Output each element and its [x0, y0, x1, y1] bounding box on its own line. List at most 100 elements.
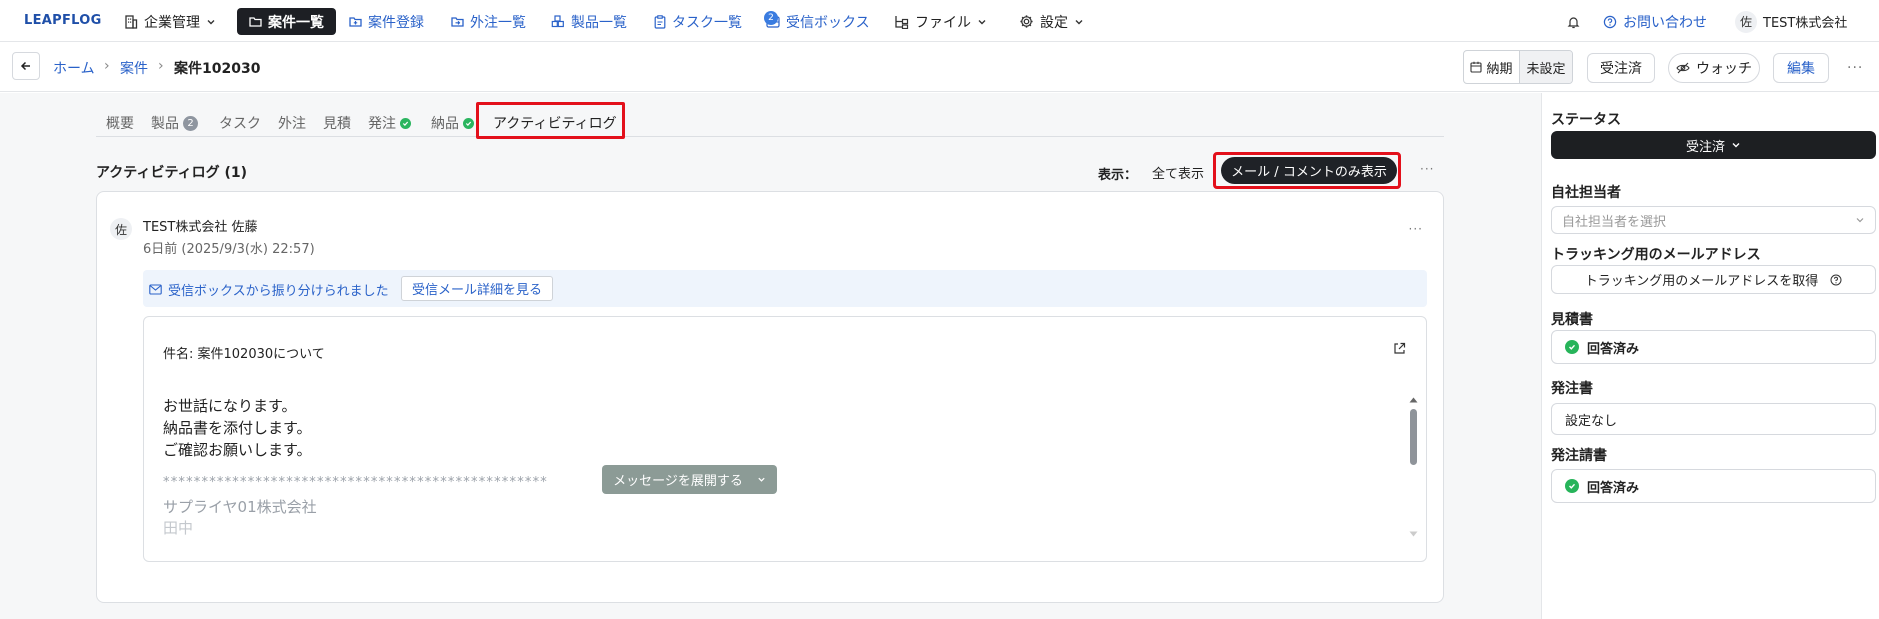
- arrow-left-icon: [20, 61, 30, 71]
- due-date-label: 納期: [1486, 61, 1513, 77]
- order-confirmation-label: 発注請書: [1551, 448, 1607, 464]
- bell-icon: [1567, 16, 1580, 28]
- chevron-down-icon: [1732, 143, 1740, 148]
- email-subject: 件名: 案件102030について: [163, 347, 325, 362]
- get-tracking-email-button[interactable]: トラッキング用のメールアドレスを取得: [1551, 265, 1876, 294]
- inbox-badge: 2: [764, 11, 778, 25]
- notice-text: 受信ボックスから振り分けられました: [149, 280, 389, 299]
- nav-project-register[interactable]: 案件登録: [349, 8, 424, 35]
- tab-products-count: 2: [183, 115, 198, 131]
- nav-projects-list-label: 案件一覧: [268, 14, 324, 31]
- chat-help-icon: [1603, 15, 1617, 28]
- building-icon: [125, 14, 138, 29]
- nav-contact-label: お問い合わせ: [1623, 14, 1707, 31]
- nav-outsourcing-list-label: 外注一覧: [470, 14, 526, 31]
- app-logo[interactable]: LEAPFLOG: [24, 13, 102, 28]
- nav-products-list[interactable]: 製品一覧: [551, 8, 627, 35]
- activity-entry-card: 佐 TEST株式会社 佐藤 6日前 (2025/9/3(水) 22:57) ··…: [96, 191, 1444, 603]
- purchase-order-status[interactable]: 設定なし: [1551, 403, 1876, 435]
- purchase-order-value: 設定なし: [1565, 413, 1618, 429]
- email-body-line: 田中: [163, 519, 194, 537]
- user-avatar: 佐: [1735, 10, 1757, 33]
- activity-more-button[interactable]: ···: [1420, 162, 1434, 176]
- expand-message-button[interactable]: メッセージを展開する: [602, 465, 777, 494]
- nav-inbox-label: 受信ボックス: [786, 14, 870, 31]
- view-received-mail-button[interactable]: 受信メール詳細を見る: [401, 276, 554, 301]
- nav-tasks-list[interactable]: タスク一覧: [654, 8, 742, 35]
- tab-orders[interactable]: 発注: [368, 113, 411, 133]
- nav-settings[interactable]: 設定: [1019, 8, 1084, 35]
- quote-status[interactable]: 回答済み: [1551, 330, 1876, 364]
- email-body-line: サプライヤ01株式会社: [163, 498, 317, 516]
- filter-mail-comment-only[interactable]: メール / コメントのみ表示: [1221, 157, 1397, 184]
- external-link-icon[interactable]: [1393, 342, 1406, 355]
- display-filter-label: 表示：: [1098, 168, 1138, 183]
- entry-timestamp: 6日前 (2025/9/3(水) 22:57): [143, 242, 315, 257]
- back-button[interactable]: [12, 52, 40, 80]
- calendar-icon: [1470, 61, 1483, 73]
- tab-delivery-label: 納品: [431, 116, 459, 132]
- nav-files[interactable]: ファイル: [894, 8, 987, 35]
- gear-icon: [1020, 15, 1033, 28]
- nav-projects-list[interactable]: 案件一覧: [237, 8, 336, 35]
- inbox-routed-notice: 受信ボックスから振り分けられました 受信メール詳細を見る: [143, 270, 1427, 307]
- email-scrollbar[interactable]: [1408, 397, 1418, 537]
- nav-company-management[interactable]: 企業管理: [124, 8, 216, 35]
- tab-overview[interactable]: 概要: [106, 113, 134, 133]
- tab-outsourcing-label: 外注: [278, 116, 306, 132]
- order-confirmation-status[interactable]: 回答済み: [1551, 469, 1876, 503]
- notification-button[interactable]: [1567, 8, 1580, 35]
- notice-text-label: 受信ボックスから振り分けられました: [168, 284, 389, 299]
- due-date-control[interactable]: 納期 未設定: [1463, 50, 1573, 84]
- owner-label: 自社担当者: [1551, 185, 1621, 201]
- entry-more-button[interactable]: ···: [1409, 222, 1423, 236]
- file-tree-icon: [895, 15, 909, 29]
- folder-arrow-icon: [451, 17, 464, 27]
- tab-delivery[interactable]: 納品: [431, 113, 474, 133]
- breadcrumb-home[interactable]: ホーム: [53, 58, 95, 78]
- header-more-button[interactable]: ···: [1847, 60, 1863, 76]
- owner-select[interactable]: 自社担当者を選択: [1551, 206, 1876, 234]
- order-received-button[interactable]: 受注済: [1587, 53, 1655, 83]
- folder-plus-icon: [349, 17, 362, 27]
- tab-tasks-label: タスク: [219, 116, 261, 132]
- nav-company-management-label: 企業管理: [144, 14, 200, 31]
- email-body-line: ご確認お願いします。: [163, 441, 312, 459]
- tab-outsourcing[interactable]: 外注: [278, 113, 306, 133]
- nav-inbox[interactable]: 2 受信ボックス: [764, 8, 870, 35]
- nav-contact[interactable]: お問い合わせ: [1603, 8, 1707, 35]
- status-dropdown[interactable]: 受注済: [1551, 131, 1876, 159]
- user-company-name: TEST株式会社: [1763, 16, 1848, 31]
- due-date-value: 未設定: [1520, 51, 1572, 83]
- edit-button[interactable]: 編集: [1773, 53, 1829, 83]
- tab-highlight-box: [476, 102, 625, 139]
- boxes-icon: [551, 15, 564, 28]
- mail-icon: [149, 284, 162, 295]
- tab-orders-label: 発注: [368, 116, 396, 132]
- quote-label: 見積書: [1551, 312, 1593, 328]
- owner-placeholder: 自社担当者を選択: [1562, 214, 1667, 230]
- breadcrumb-projects[interactable]: 案件: [120, 58, 148, 78]
- tab-products-label: 製品: [151, 116, 179, 132]
- tab-overview-label: 概要: [106, 116, 134, 132]
- inbox-icon-wrap: 2: [764, 11, 780, 28]
- nav-tasks-list-label: タスク一覧: [672, 14, 742, 31]
- nav-settings-label: 設定: [1040, 14, 1068, 31]
- user-menu[interactable]: 佐 TEST株式会社: [1735, 8, 1847, 35]
- watch-button[interactable]: ウォッチ: [1668, 53, 1760, 83]
- nav-outsourcing-list[interactable]: 外注一覧: [451, 8, 526, 35]
- breadcrumb-separator: ›: [104, 58, 110, 74]
- purchase-order-label: 発注書: [1551, 381, 1593, 397]
- watch-button-label: ウォッチ: [1696, 61, 1752, 77]
- main-content: 概要 製品 2 タスク 外注 見積 発注 納品 アクティビティログ アクティビテ…: [0, 93, 1541, 619]
- top-navigation: LEAPFLOG 企業管理 案件一覧 案件登録 外注一覧 製品一覧 タスク一覧 …: [0, 0, 1879, 42]
- filter-show-all[interactable]: 全て表示: [1152, 163, 1204, 182]
- chevron-down-icon: [978, 19, 986, 24]
- tab-quotes[interactable]: 見積: [323, 113, 351, 133]
- email-scrollbar-thumb[interactable]: [1410, 409, 1417, 465]
- tab-products[interactable]: 製品 2: [151, 113, 198, 133]
- check-circle-icon: [1565, 479, 1579, 493]
- details-side-panel: ステータス 受注済 自社担当者 自社担当者を選択 トラッキング用のメールアドレス…: [1541, 93, 1879, 619]
- help-circle-icon: [1830, 274, 1842, 285]
- tab-tasks[interactable]: タスク: [219, 113, 261, 133]
